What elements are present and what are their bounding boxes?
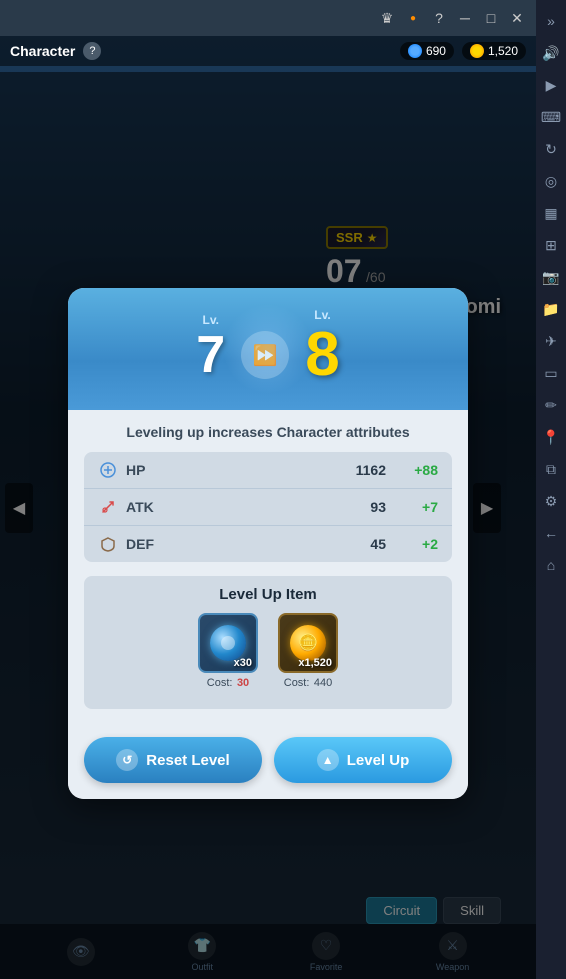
sidebar-right: » 🔊 ▶ ⌨ ↻ ◎ ▦ ⊞ 📷 📁 ✈ ▭ ✏ 📍 ⧉ ⚙ ← ⌂ bbox=[536, 0, 566, 979]
lightning-icon bbox=[408, 44, 422, 58]
stat-atk-value: 93 bbox=[176, 499, 386, 515]
exp-item-count: x30 bbox=[234, 657, 252, 669]
game-area: Character ? 690 1,520 SSR ★ 07 /60 Haomi… bbox=[0, 36, 536, 979]
stat-hp-increase: +88 bbox=[398, 462, 438, 478]
sidebar-rotate-icon[interactable]: ↻ bbox=[538, 136, 564, 162]
sidebar-plane-icon[interactable]: ✈ bbox=[538, 328, 564, 354]
stat-row-hp: HP 1162 +88 bbox=[84, 452, 452, 489]
exp-orb-icon bbox=[210, 625, 246, 661]
modal-header: Lv. 7 ⏩ Lv. 8 bbox=[68, 288, 468, 410]
items-row: x30 Cost: 30 🪙 x1,520 bbox=[98, 613, 438, 691]
coin-cost-value: 440 bbox=[314, 677, 332, 689]
stat-def-value: 45 bbox=[176, 536, 386, 552]
char-label: Character bbox=[10, 43, 75, 59]
coin-item-cost: Cost: 440 bbox=[284, 673, 333, 691]
item-card-coin: 🪙 x1,520 Cost: 440 bbox=[274, 613, 342, 691]
sidebar-layout-icon[interactable]: ▭ bbox=[538, 360, 564, 386]
question-badge[interactable]: ? bbox=[83, 42, 101, 60]
orange-dot-icon: ● bbox=[402, 7, 424, 29]
level-up-button[interactable]: ▲ Level Up bbox=[274, 737, 452, 783]
currency-coin: 1,520 bbox=[462, 42, 526, 60]
help-icon[interactable]: ? bbox=[428, 7, 450, 29]
stat-row-atk: ATK 93 +7 bbox=[84, 489, 452, 526]
atk-icon bbox=[98, 497, 118, 517]
gold-coin-icon: 🪙 bbox=[290, 625, 326, 661]
modal-buttons-row: ↺ Reset Level ▲ Level Up bbox=[68, 723, 468, 799]
level-item-title: Level Up Item bbox=[98, 586, 438, 603]
sidebar-camera-icon[interactable]: 📷 bbox=[538, 264, 564, 290]
arrow-glow bbox=[223, 304, 313, 394]
exp-cost-label: Cost: bbox=[207, 677, 233, 689]
close-icon[interactable]: ✕ bbox=[506, 7, 528, 29]
sidebar-keyboard-icon[interactable]: ⌨ bbox=[538, 104, 564, 130]
item-card-exp: x30 Cost: 30 bbox=[194, 613, 262, 691]
exp-orb-inner bbox=[221, 636, 235, 650]
restore-icon[interactable]: □ bbox=[480, 7, 502, 29]
stat-hp-label: HP bbox=[126, 462, 176, 478]
character-panel-header: Character ? 690 1,520 bbox=[0, 36, 536, 66]
sidebar-double-chevron-icon[interactable]: » bbox=[538, 8, 564, 34]
reset-icon: ↺ bbox=[116, 749, 138, 771]
modal-subtitle: Leveling up increases Character attribut… bbox=[84, 424, 452, 440]
reset-level-button[interactable]: ↺ Reset Level bbox=[84, 737, 262, 783]
sidebar-folder-icon[interactable]: 📁 bbox=[538, 296, 564, 322]
stat-row-def: DEF 45 +2 bbox=[84, 526, 452, 562]
sidebar-grid2-icon[interactable]: ⊞ bbox=[538, 232, 564, 258]
sidebar-pin-icon[interactable]: 📍 bbox=[538, 424, 564, 450]
stat-def-label: DEF bbox=[126, 536, 176, 552]
levelup-icon: ▲ bbox=[317, 749, 339, 771]
exp-item-cost: Cost: 30 bbox=[207, 673, 249, 691]
modal-overlay: Lv. 7 ⏩ Lv. 8 Leveling up increases Char… bbox=[0, 72, 536, 979]
sidebar-pencil-icon[interactable]: ✏ bbox=[538, 392, 564, 418]
level-from-number: 7 bbox=[196, 329, 225, 381]
level-from-label: Lv. bbox=[203, 313, 219, 327]
currency-lightning-value: 690 bbox=[426, 44, 446, 58]
stat-hp-value: 1162 bbox=[176, 462, 386, 478]
stats-table: HP 1162 +88 ATK 93 +7 bbox=[84, 452, 452, 562]
def-icon bbox=[98, 534, 118, 554]
level-from-section: Lv. 7 bbox=[196, 313, 225, 381]
currency-group: 690 1,520 bbox=[400, 42, 526, 60]
coin-item-count: x1,520 bbox=[298, 657, 332, 669]
sidebar-home-icon[interactable]: ⌂ bbox=[538, 552, 564, 578]
modal-body: Leveling up increases Character attribut… bbox=[68, 410, 468, 723]
exp-cost-value: 30 bbox=[237, 677, 249, 689]
level-up-label: Level Up bbox=[347, 752, 410, 769]
levelup-modal: Lv. 7 ⏩ Lv. 8 Leveling up increases Char… bbox=[68, 288, 468, 799]
stat-atk-increase: +7 bbox=[398, 499, 438, 515]
crown-icon[interactable]: ♛ bbox=[376, 7, 398, 29]
hp-icon bbox=[98, 460, 118, 480]
coin-item-image: 🪙 x1,520 bbox=[278, 613, 338, 673]
top-bar: ♛ ● ? ─ □ ✕ bbox=[0, 0, 536, 36]
level-item-section: Level Up Item x30 Cost: bbox=[84, 576, 452, 709]
exp-item-image: x30 bbox=[198, 613, 258, 673]
stat-atk-label: ATK bbox=[126, 499, 176, 515]
reset-level-label: Reset Level bbox=[146, 752, 229, 769]
sidebar-gear-icon[interactable]: ⚙ bbox=[538, 488, 564, 514]
coin-icon bbox=[470, 44, 484, 58]
stat-def-increase: +2 bbox=[398, 536, 438, 552]
currency-coin-value: 1,520 bbox=[488, 44, 518, 58]
coin-cost-label: Cost: bbox=[284, 677, 310, 689]
sidebar-speaker-icon[interactable]: 🔊 bbox=[538, 40, 564, 66]
currency-lightning: 690 bbox=[400, 42, 454, 60]
sidebar-play-icon[interactable]: ▶ bbox=[538, 72, 564, 98]
minimize-icon[interactable]: ─ bbox=[454, 7, 476, 29]
sidebar-layers-icon[interactable]: ⧉ bbox=[538, 456, 564, 482]
sidebar-arrow-left-icon[interactable]: ← bbox=[538, 520, 564, 546]
sidebar-grid-icon[interactable]: ▦ bbox=[538, 200, 564, 226]
sidebar-circle-icon[interactable]: ◎ bbox=[538, 168, 564, 194]
